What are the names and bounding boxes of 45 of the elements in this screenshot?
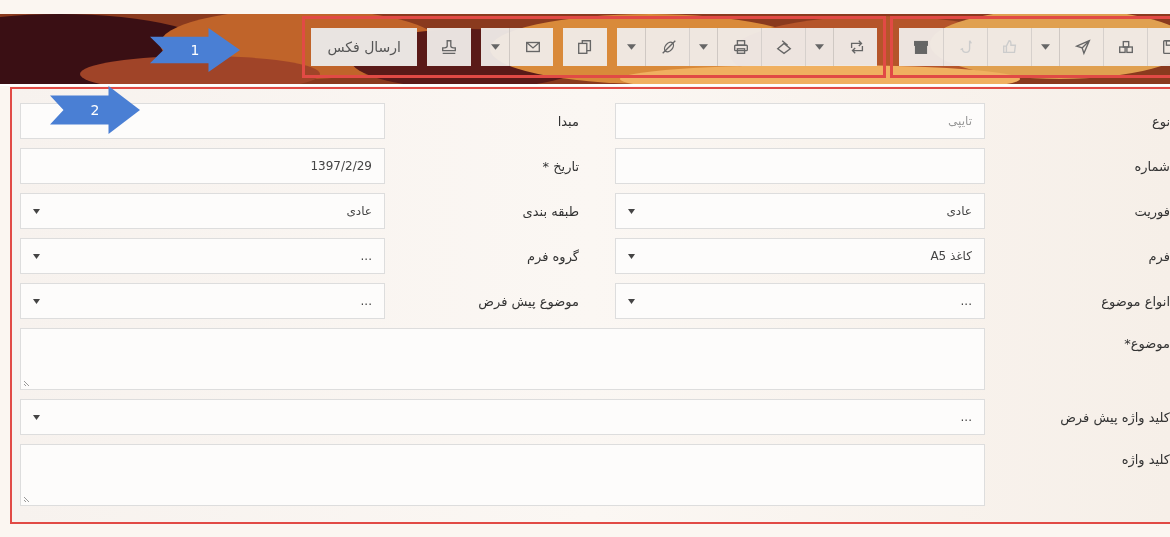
caret-icon	[628, 253, 635, 259]
input-field[interactable]	[615, 148, 985, 184]
caret-icon	[628, 208, 635, 214]
field-label: انواع موضوع	[1100, 293, 1170, 309]
caret-icon	[33, 298, 40, 304]
caret-icon	[490, 44, 500, 50]
field-label: موضوع*	[1123, 335, 1170, 351]
caret-icon	[33, 253, 40, 259]
caret-icon	[33, 414, 40, 420]
field-label: تاریخ *	[541, 158, 580, 174]
field-label: کلید واژه	[1120, 451, 1170, 467]
dropdown-field[interactable]: ...	[615, 283, 985, 319]
field-label: نوع	[1150, 113, 1170, 129]
field-label: گروه فرم	[525, 248, 580, 264]
dropdown-field[interactable]: ...	[20, 283, 385, 319]
caret-icon	[1041, 44, 1050, 50]
dropdown-field[interactable]: ...	[20, 399, 985, 435]
field-label: طبقه بندی	[521, 203, 580, 219]
paper-plane-icon	[1073, 38, 1092, 56]
stamp-icon	[440, 38, 458, 56]
archive-box-icon	[912, 38, 930, 56]
caret-icon	[626, 44, 636, 50]
field-label: موضوع پیش فرض	[477, 293, 580, 309]
field-label: مبدا	[556, 113, 580, 129]
caret-icon	[815, 44, 824, 50]
dropdown-field[interactable]: عادی	[615, 193, 985, 229]
printer-icon	[731, 38, 750, 56]
cubes-icon	[1116, 38, 1135, 56]
field-label: فرم	[1147, 248, 1170, 264]
caret-icon	[33, 208, 40, 214]
input-field[interactable]: 1397/2/29	[20, 148, 385, 184]
copy-icon	[576, 38, 594, 56]
field-label: فوریت	[1133, 203, 1170, 219]
dropdown-field[interactable]: کاغذ A5	[615, 238, 985, 274]
dropdown-field[interactable]: ...	[20, 238, 385, 274]
scanner-icon	[774, 38, 793, 56]
field-label: شماره	[1133, 158, 1170, 174]
thumbs-up-icon	[1000, 38, 1019, 56]
resize-grip-icon	[23, 495, 31, 503]
send-fax-button[interactable]: ارسال فکس	[311, 28, 417, 66]
resize-grip-icon	[23, 379, 31, 387]
caret-icon	[628, 298, 635, 304]
dropdown-field[interactable]: عادی	[20, 193, 385, 229]
field-label: کلید واژه پیش فرض	[1059, 409, 1170, 425]
caret-icon	[699, 44, 708, 50]
